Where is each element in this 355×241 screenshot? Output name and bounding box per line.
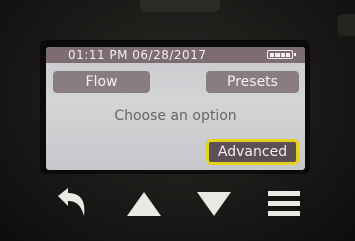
- device-top-notch: [140, 0, 220, 12]
- menu-key[interactable]: [262, 182, 306, 226]
- datetime-text: 01:11 PM 06/28/2017: [68, 48, 207, 62]
- lcd-screen: 01:11 PM 06/28/2017 Flow Presets Choose …: [46, 47, 305, 170]
- device-body: 01:11 PM 06/28/2017 Flow Presets Choose …: [0, 0, 355, 241]
- menu-icon: [268, 191, 300, 216]
- advanced-button[interactable]: Advanced: [206, 139, 299, 165]
- hardware-keypad: [40, 182, 310, 226]
- back-key[interactable]: [50, 182, 94, 226]
- down-key[interactable]: [192, 182, 236, 226]
- battery-full-icon: [267, 50, 296, 59]
- prompt-text: Choose an option: [114, 108, 237, 124]
- presets-button[interactable]: Presets: [206, 71, 299, 93]
- status-bar: 01:11 PM 06/28/2017: [46, 47, 305, 63]
- device-side-notch: [337, 14, 355, 36]
- back-arrow-icon: [58, 188, 85, 216]
- up-key[interactable]: [122, 182, 166, 226]
- up-triangle-icon: [127, 192, 161, 216]
- down-triangle-icon: [197, 192, 231, 216]
- flow-button[interactable]: Flow: [53, 71, 150, 93]
